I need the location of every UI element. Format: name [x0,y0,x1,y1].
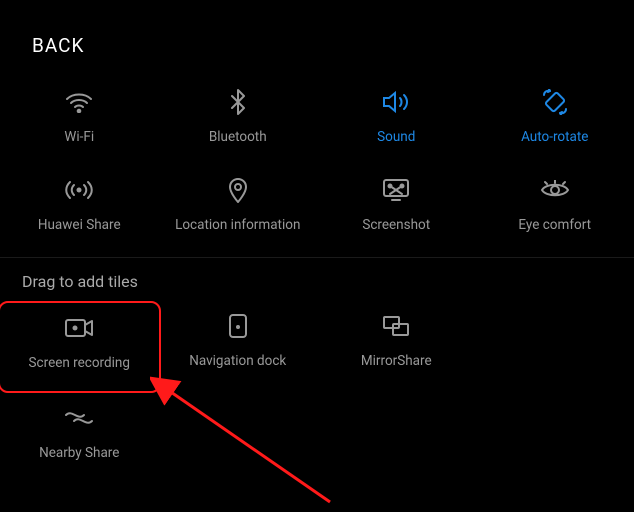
tile-label: Auto-rotate [521,129,588,145]
huawei-share-icon [64,175,94,205]
tile-navigation-dock[interactable]: Navigation dock [159,301,318,393]
tile-bluetooth[interactable]: Bluetooth [159,77,318,165]
nearby-share-icon [64,403,94,433]
tile-label: Sound [377,129,415,145]
tile-label: MirrorShare [361,353,432,369]
tile-label: Nearby Share [39,445,119,461]
eye-icon [540,175,570,205]
tile-screen-recording[interactable]: Screen recording [0,301,161,393]
location-icon [228,175,248,205]
tile-label: Location information [175,217,300,233]
tile-sound[interactable]: Sound [317,77,476,165]
tile-screenshot[interactable]: Screenshot [317,165,476,253]
wifi-icon [65,87,93,117]
add-tiles-title: Drag to add tiles [0,258,634,295]
autorotate-icon [540,87,570,117]
navigation-dock-icon [228,311,248,341]
back-button[interactable]: BACK [0,0,634,57]
tile-nearby-share[interactable]: Nearby Share [0,393,159,481]
tile-label: Screenshot [362,217,430,233]
available-tiles-grid: Screen recording Navigation dock MirrorS… [0,295,634,481]
tile-eye-comfort[interactable]: Eye comfort [476,165,634,253]
active-tiles-grid: Wi-Fi Bluetooth Sound [0,57,634,253]
tile-label: Huawei Share [38,217,121,233]
bluetooth-icon [229,87,247,117]
screen-recording-icon [64,313,94,343]
tile-label: Eye comfort [518,217,591,233]
tile-autorotate[interactable]: Auto-rotate [476,77,634,165]
mirror-share-icon [382,311,410,341]
sound-icon [381,87,411,117]
tile-huawei-share[interactable]: Huawei Share [0,165,159,253]
tile-wifi[interactable]: Wi-Fi [0,77,159,165]
empty-slot [476,301,634,393]
screenshot-icon [382,175,410,205]
tile-mirror-share[interactable]: MirrorShare [317,301,476,393]
tile-label: Bluetooth [209,129,267,145]
tile-label: Wi-Fi [64,129,94,145]
tile-label: Navigation dock [189,353,286,369]
tile-label: Screen recording [29,355,130,371]
tile-location[interactable]: Location information [159,165,318,253]
